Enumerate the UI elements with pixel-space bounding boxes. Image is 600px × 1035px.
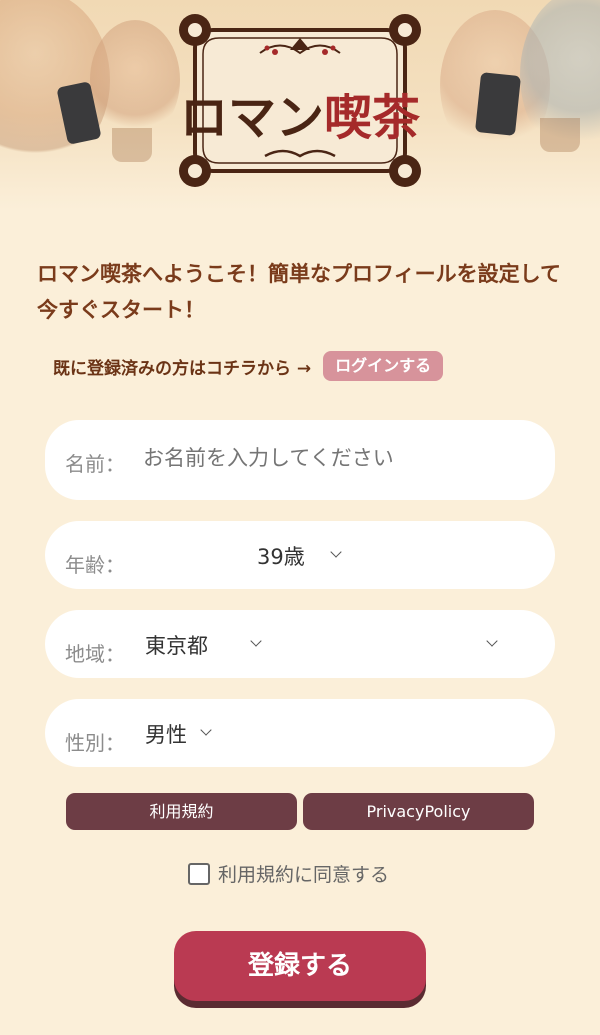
gender-label: 性別：	[65, 731, 125, 755]
gender-select[interactable]: 性別： 男性	[45, 699, 555, 767]
agree-terms-row[interactable]: 利用規約に同意する	[188, 860, 389, 887]
privacy-policy-button[interactable]: PrivacyPolicy	[303, 793, 534, 830]
smartphone-image	[474, 72, 522, 136]
login-prompt-row: 既に登録済みの方はコチラから → ログインする	[53, 350, 444, 382]
area-label: 地域：	[65, 642, 125, 666]
name-input[interactable]	[143, 446, 523, 470]
name-label: 名前：	[65, 452, 125, 476]
area-value: 東京都	[145, 634, 208, 658]
coffee-cup-image	[540, 118, 580, 152]
login-button[interactable]: ログインする	[323, 351, 444, 381]
agree-terms-label: 利用規約に同意する	[218, 864, 390, 886]
area-select[interactable]: 地域： 東京都	[45, 610, 555, 678]
age-select[interactable]: 年齢： 39歳	[45, 521, 555, 589]
coffee-cup-image	[112, 128, 152, 162]
checkbox-icon[interactable]	[188, 862, 210, 885]
register-button[interactable]: 登録する	[174, 931, 426, 1001]
chevron-down-icon	[250, 635, 262, 647]
gender-value: 男性	[145, 723, 187, 747]
app-logo: ロマン喫茶	[165, 8, 435, 193]
chevron-down-icon	[486, 635, 498, 647]
hero-banner: ロマン喫茶	[0, 0, 600, 210]
age-value: 39歳	[257, 545, 305, 569]
login-prompt-text: 既に登録済みの方はコチラから →	[53, 358, 312, 379]
app-logo-text: ロマン喫茶	[179, 90, 421, 146]
welcome-message: ロマン喫茶へようこそ！簡単なプロフィールを設定して今すぐスタート！	[37, 262, 561, 322]
chevron-down-icon	[200, 724, 212, 736]
terms-button[interactable]: 利用規約	[66, 793, 297, 830]
age-label: 年齢：	[65, 553, 125, 577]
name-field[interactable]: 名前：	[45, 420, 555, 500]
chevron-down-icon	[330, 546, 342, 558]
